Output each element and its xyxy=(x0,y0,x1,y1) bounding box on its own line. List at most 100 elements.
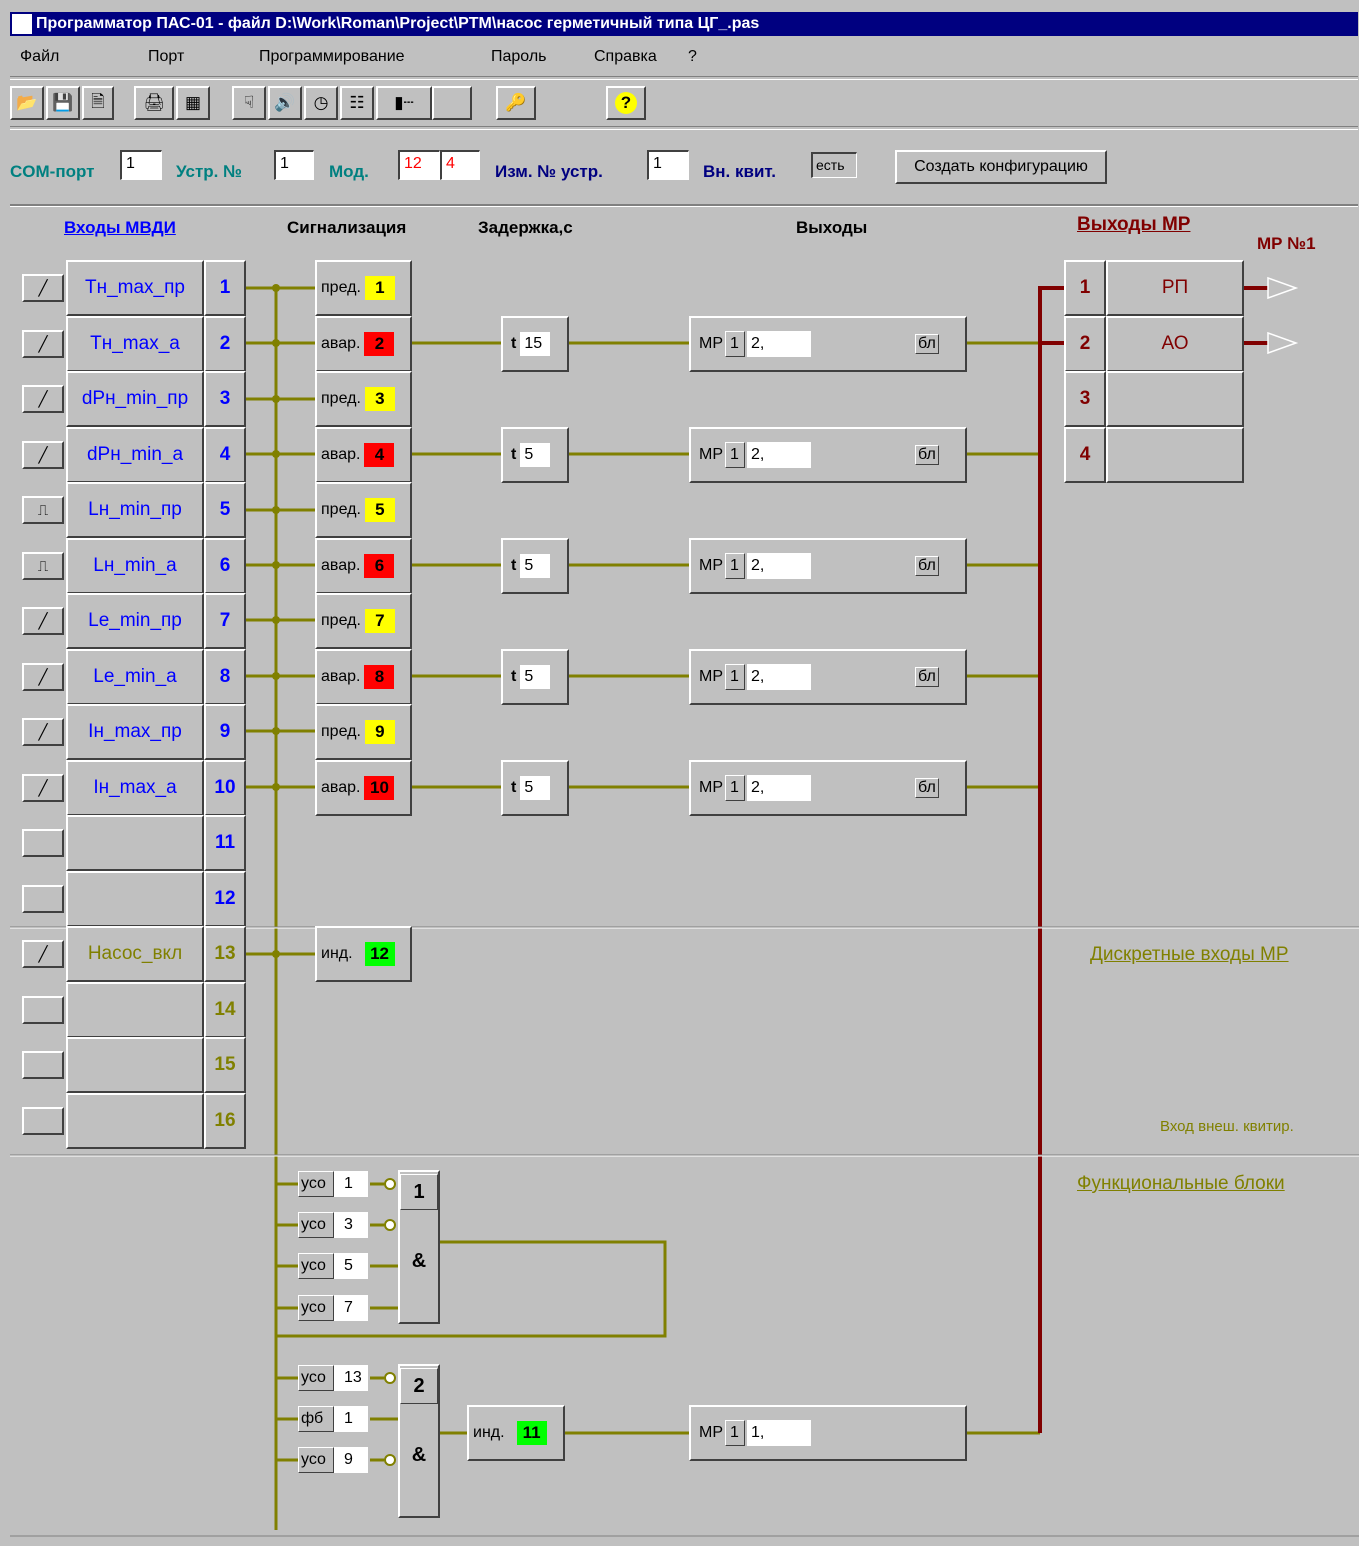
delay-value[interactable]: 5 xyxy=(520,665,551,689)
signal-block[interactable]: пред. 3 xyxy=(315,371,412,427)
output-block[interactable]: МР 1 2, бл xyxy=(689,649,967,705)
block2-relay[interactable]: 1, xyxy=(747,1420,811,1446)
input-type-icon[interactable]: ⎍ xyxy=(22,496,64,524)
input-type-icon[interactable] xyxy=(22,885,64,913)
signal-block[interactable]: авар. 8 xyxy=(315,649,412,705)
function-block-input[interactable]: усо 9 xyxy=(298,1447,368,1473)
mr-input-name[interactable] xyxy=(66,1037,204,1093)
function-input-value[interactable]: 13 xyxy=(334,1365,368,1391)
function-input-tag: усо xyxy=(298,1171,334,1197)
block2-indicator[interactable]: инд. 11 xyxy=(467,1405,565,1461)
function-block-2[interactable]: 2 & xyxy=(398,1364,440,1518)
input-type-icon[interactable]: ╱ xyxy=(22,274,64,302)
input-type-icon[interactable]: ╱ xyxy=(22,607,64,635)
function-input-value[interactable]: 5 xyxy=(334,1253,368,1279)
output-block-flag[interactable]: бл xyxy=(915,556,939,576)
output-relay[interactable]: 2, xyxy=(747,775,811,801)
mr-output-name[interactable]: АО xyxy=(1106,316,1244,372)
mr-output-name[interactable] xyxy=(1106,371,1244,427)
delay-value[interactable]: 5 xyxy=(520,443,551,467)
function-block-input[interactable]: усо 5 xyxy=(298,1253,368,1279)
delay-block[interactable]: t 15 xyxy=(501,316,569,372)
input-name[interactable]: Тн_max_а xyxy=(66,316,204,372)
function-input-value[interactable]: 1 xyxy=(334,1171,368,1197)
signal-block[interactable]: авар. 4 xyxy=(315,427,412,483)
input-type-icon[interactable]: ⎍ xyxy=(22,552,64,580)
output-block[interactable]: МР 1 2, бл xyxy=(689,316,967,372)
output-relay[interactable]: 2, xyxy=(747,553,811,579)
output-block-flag[interactable]: бл xyxy=(915,445,939,465)
mr-input-number: 14 xyxy=(204,982,246,1038)
output-block-flag[interactable]: бл xyxy=(915,778,939,798)
input-name[interactable]: Le_min_пр xyxy=(66,593,204,649)
mr-input-type-icon[interactable] xyxy=(22,996,64,1024)
function-input-value[interactable]: 7 xyxy=(334,1295,368,1321)
delay-value[interactable]: 5 xyxy=(520,776,551,800)
delay-value[interactable]: 15 xyxy=(520,332,551,356)
input-name[interactable]: Lн_min_а xyxy=(66,538,204,594)
delay-block[interactable]: t5 xyxy=(501,760,569,816)
output-relay[interactable]: 2, xyxy=(747,331,811,357)
function-block-input[interactable]: усо 3 xyxy=(298,1212,368,1238)
input-name[interactable]: Тн_max_пр xyxy=(66,260,204,316)
output-relay[interactable]: 2, xyxy=(747,664,811,690)
mr-input-type-icon[interactable] xyxy=(22,1051,64,1079)
signal-block[interactable]: авар. 10 xyxy=(315,760,412,816)
input-type-icon[interactable]: ╱ xyxy=(22,441,64,469)
mr-input-number: 13 xyxy=(204,926,246,982)
signal-block[interactable]: пред. 9 xyxy=(315,704,412,760)
input-type-icon[interactable] xyxy=(22,829,64,857)
input-type-icon[interactable]: ╱ xyxy=(22,774,64,802)
input-type-icon[interactable]: ╱ xyxy=(22,663,64,691)
delay-block[interactable]: t5 xyxy=(501,649,569,705)
signal-block[interactable]: пред. 7 xyxy=(315,593,412,649)
function-input-value[interactable]: 9 xyxy=(334,1447,368,1473)
input-type-icon[interactable]: ╱ xyxy=(22,385,64,413)
mr-input-name[interactable] xyxy=(66,982,204,1038)
input-name[interactable]: Iн_max_пр xyxy=(66,704,204,760)
signal-block[interactable]: авар. 2 xyxy=(315,316,412,372)
function-blocks-label[interactable]: Функциональные блоки xyxy=(1077,1173,1285,1195)
function-block-1[interactable]: 1 & xyxy=(398,1170,440,1324)
discrete-inputs-label[interactable]: Дискретные входы МР xyxy=(1090,944,1289,966)
signal-block[interactable]: пред. 5 xyxy=(315,482,412,538)
function-input-value[interactable]: 1 xyxy=(334,1406,368,1432)
mr-input-signal[interactable]: инд. 12 xyxy=(315,926,412,982)
input-name[interactable] xyxy=(66,871,204,927)
output-block-flag[interactable]: бл xyxy=(915,667,939,687)
output-relay[interactable]: 2, xyxy=(747,442,811,468)
signal-label: авар. xyxy=(321,779,361,796)
mr-input-name[interactable] xyxy=(66,1093,204,1149)
output-block-flag[interactable]: бл xyxy=(915,334,939,354)
mr-input-name[interactable]: Насос_вкл xyxy=(66,926,204,982)
delay-block[interactable]: t5 xyxy=(501,427,569,483)
delay-value[interactable]: 5 xyxy=(520,554,551,578)
input-name[interactable]: dPн_min_пр xyxy=(66,371,204,427)
input-name[interactable] xyxy=(66,815,204,871)
signal-block[interactable]: пред. 1 xyxy=(315,260,412,316)
mr-output-name[interactable] xyxy=(1106,427,1244,483)
input-type-icon[interactable]: ╱ xyxy=(22,718,64,746)
mr-output-name[interactable]: РП xyxy=(1106,260,1244,316)
mr-input-type-icon[interactable]: ╱ xyxy=(22,940,64,968)
block2-output[interactable]: МР 1 1, xyxy=(689,1405,967,1461)
signal-label: пред. xyxy=(321,612,361,629)
input-number: 9 xyxy=(204,704,246,760)
signal-label: пред. xyxy=(321,723,361,740)
mr-input-type-icon[interactable] xyxy=(22,1107,64,1135)
function-input-value[interactable]: 3 xyxy=(334,1212,368,1238)
function-block-input[interactable]: усо 13 xyxy=(298,1365,368,1391)
input-name[interactable]: Lн_min_пр xyxy=(66,482,204,538)
input-name[interactable]: Le_min_а xyxy=(66,649,204,705)
output-block[interactable]: МР 1 2, бл xyxy=(689,427,967,483)
input-name[interactable]: Iн_max_а xyxy=(66,760,204,816)
function-block-input[interactable]: усо 1 xyxy=(298,1171,368,1197)
function-block-input[interactable]: усо 7 xyxy=(298,1295,368,1321)
signal-block[interactable]: авар. 6 xyxy=(315,538,412,594)
function-block-input[interactable]: фб 1 xyxy=(298,1406,368,1432)
input-type-icon[interactable]: ╱ xyxy=(22,330,64,358)
output-block[interactable]: МР 1 2, бл xyxy=(689,760,967,816)
output-block[interactable]: МР 1 2, бл xyxy=(689,538,967,594)
input-name[interactable]: dPн_min_а xyxy=(66,427,204,483)
delay-block[interactable]: t5 xyxy=(501,538,569,594)
